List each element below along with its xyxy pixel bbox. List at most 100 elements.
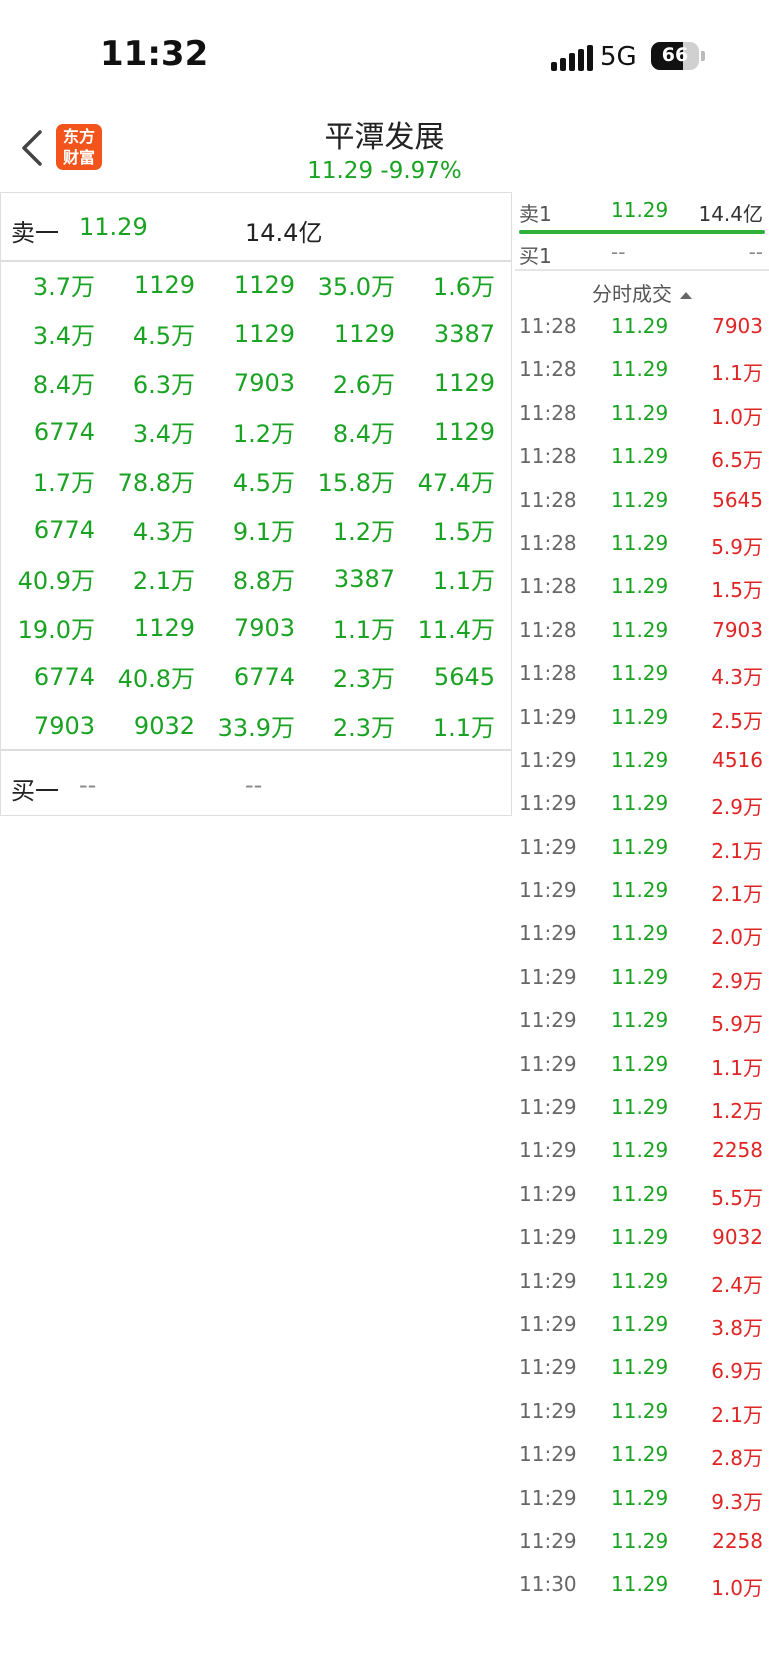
- tick-volume: 1.2万: [711, 1099, 763, 1124]
- queue-grid-cell: 1.1万: [432, 714, 495, 742]
- queue-grid-cell: 78.8万: [117, 469, 195, 497]
- sell-1-label: 卖1: [519, 202, 552, 226]
- tick-price: 11.29: [611, 1485, 669, 1510]
- tick-row: 11:29 11.29 2.8万: [515, 1434, 769, 1477]
- tick-volume: 1.1万: [711, 361, 763, 386]
- tick-volume: 1.1万: [711, 1055, 763, 1080]
- tick-time: 11:29: [519, 1225, 577, 1250]
- sell-1-price: 11.29: [611, 198, 669, 222]
- tick-row: 11:28 11.29 1.0万: [515, 393, 769, 436]
- buy-1-row[interactable]: 买1 -- --: [515, 234, 769, 270]
- tick-time: 11:29: [519, 921, 577, 946]
- bid-one-row[interactable]: 买一 -- --: [1, 749, 511, 817]
- queue-grid-cell: 40.8万: [117, 665, 195, 693]
- tick-volume: 6.5万: [711, 448, 763, 473]
- ticks-header-button[interactable]: 分时成交: [515, 272, 769, 307]
- ask-one-row[interactable]: 卖一 11.29 14.4亿: [1, 193, 511, 262]
- tick-time: 11:29: [519, 834, 577, 859]
- queue-grid-cell: 4.5万: [232, 469, 295, 497]
- tick-price: 11.29: [611, 1051, 669, 1076]
- tick-volume: 1.5万: [711, 578, 763, 603]
- network-type: 5G: [600, 42, 637, 72]
- tick-time: 11:30: [519, 1572, 577, 1597]
- stock-name: 平潭发展: [324, 120, 445, 155]
- queue-grid-cell: 1.1万: [432, 567, 495, 595]
- tick-price: 11.29: [611, 1528, 669, 1553]
- tick-price: 11.29: [611, 444, 669, 469]
- tick-time: 11:29: [519, 1442, 577, 1467]
- tick-time: 11:28: [519, 357, 577, 382]
- stock-header: 东方 财富 平潭发展 11.29 -9.97%: [0, 110, 769, 192]
- queue-grid-cell: 1.5万: [432, 518, 495, 546]
- order-book-panel: 卖一 11.29 14.4亿 3.7万 1129 1129 35.0万 1.6万 3.4万…: [0, 192, 512, 816]
- queue-grid-row: 8.4万 6.3万 7903 2.6万 1129: [1, 358, 511, 407]
- queue-grid-row: 3.4万 4.5万 1129 1129 3387: [1, 309, 511, 358]
- tick-volume: 2.1万: [711, 1402, 763, 1427]
- tick-volume: 5.9万: [711, 1012, 763, 1037]
- tick-price: 11.29: [611, 574, 669, 599]
- tick-price: 11.29: [611, 1008, 669, 1033]
- tick-row: 11:28 11.29 7903: [515, 610, 769, 653]
- tick-row: 11:29 11.29 2.4万: [515, 1261, 769, 1304]
- tick-time: 11:29: [519, 704, 577, 729]
- tick-price: 11.29: [611, 400, 669, 425]
- tick-time: 11:29: [519, 1398, 577, 1423]
- queue-grid-cell: 6774: [33, 515, 95, 544]
- tick-row: 11:29 11.29 2.0万: [515, 913, 769, 956]
- queue-grid-cell: 3.7万: [32, 273, 95, 301]
- tick-time: 11:29: [519, 1008, 577, 1033]
- queue-grid-cell: 1.6万: [432, 273, 495, 301]
- tick-row: 11:28 11.29 6.5万: [515, 436, 769, 479]
- tick-volume: 2.9万: [711, 795, 763, 820]
- queue-grid-cell: 7903: [233, 368, 295, 397]
- tick-row: 11:29 11.29 1.2万: [515, 1087, 769, 1130]
- tick-row: 11:29 11.29 2.5万: [515, 697, 769, 740]
- tick-volume: 2.1万: [711, 838, 763, 863]
- tick-volume: 2258: [712, 1138, 763, 1163]
- tick-price: 11.29: [611, 791, 669, 816]
- tick-volume: 2.9万: [711, 968, 763, 993]
- tick-volume: 4.3万: [711, 665, 763, 690]
- trade-side-panel: 卖1 11.29 14.4亿 买1 -- -- 分时成交 11:28 11.29 7…: [515, 192, 769, 1642]
- tick-volume: 2.5万: [711, 708, 763, 733]
- queue-grid-cell: 47.4万: [417, 469, 495, 497]
- tick-volume: 6.9万: [711, 1359, 763, 1384]
- tick-time: 11:28: [519, 661, 577, 686]
- ask-one-label: 卖一: [11, 219, 59, 247]
- tick-volume: 2.4万: [711, 1272, 763, 1297]
- tick-row: 11:29 11.29 9032: [515, 1217, 769, 1260]
- tick-volume: 2.8万: [711, 1446, 763, 1471]
- queue-grid-row: 40.9万 2.1万 8.8万 3387 1.1万: [1, 554, 511, 603]
- queue-grid-cell: 40.9万: [17, 567, 95, 595]
- tick-volume: 2258: [712, 1528, 763, 1553]
- queue-grid: 3.7万 1129 1129 35.0万 1.6万 3.4万 4.5万 1129 1129 338…: [1, 260, 511, 750]
- tick-price: 11.29: [611, 1225, 669, 1250]
- tick-volume: 5645: [712, 487, 763, 512]
- ask-one-price: 11.29: [79, 213, 148, 241]
- tick-row: 11:29 11.29 4516: [515, 740, 769, 783]
- tick-price: 11.29: [611, 878, 669, 903]
- bid-one-label: 买一: [11, 777, 59, 805]
- queue-grid-cell: 1.7万: [32, 469, 95, 497]
- bid-one-volume: --: [245, 771, 263, 799]
- tick-price: 11.29: [611, 1138, 669, 1163]
- tick-row: 11:28 11.29 1.5万: [515, 566, 769, 609]
- ask-one-volume: 14.4亿: [245, 219, 323, 247]
- tick-time: 11:29: [519, 1528, 577, 1553]
- tick-price: 11.29: [611, 1355, 669, 1380]
- queue-grid-cell: 3387: [333, 564, 395, 593]
- queue-grid-cell: 4.3万: [132, 518, 195, 546]
- ticks-list[interactable]: 11:28 11.29 7903 11:28 11.29 1.1万 11:28 11.29 1.…: [515, 306, 769, 1608]
- tick-time: 11:29: [519, 878, 577, 903]
- tick-row: 11:28 11.29 1.1万: [515, 349, 769, 392]
- tick-time: 11:28: [519, 314, 577, 338]
- tick-row: 11:29 11.29 2.1万: [515, 1391, 769, 1434]
- queue-grid-cell: 1.1万: [332, 616, 395, 644]
- queue-grid-row: 1.7万 78.8万 4.5万 15.8万 47.4万: [1, 456, 511, 505]
- buy-1-price: --: [611, 240, 626, 264]
- tick-volume: 1.0万: [711, 1576, 763, 1601]
- tick-time: 11:28: [519, 444, 577, 469]
- sell-1-row[interactable]: 卖1 11.29 14.4亿: [515, 192, 769, 228]
- tick-row: 11:29 11.29 5.5万: [515, 1174, 769, 1217]
- queue-grid-cell: 3.4万: [132, 420, 195, 448]
